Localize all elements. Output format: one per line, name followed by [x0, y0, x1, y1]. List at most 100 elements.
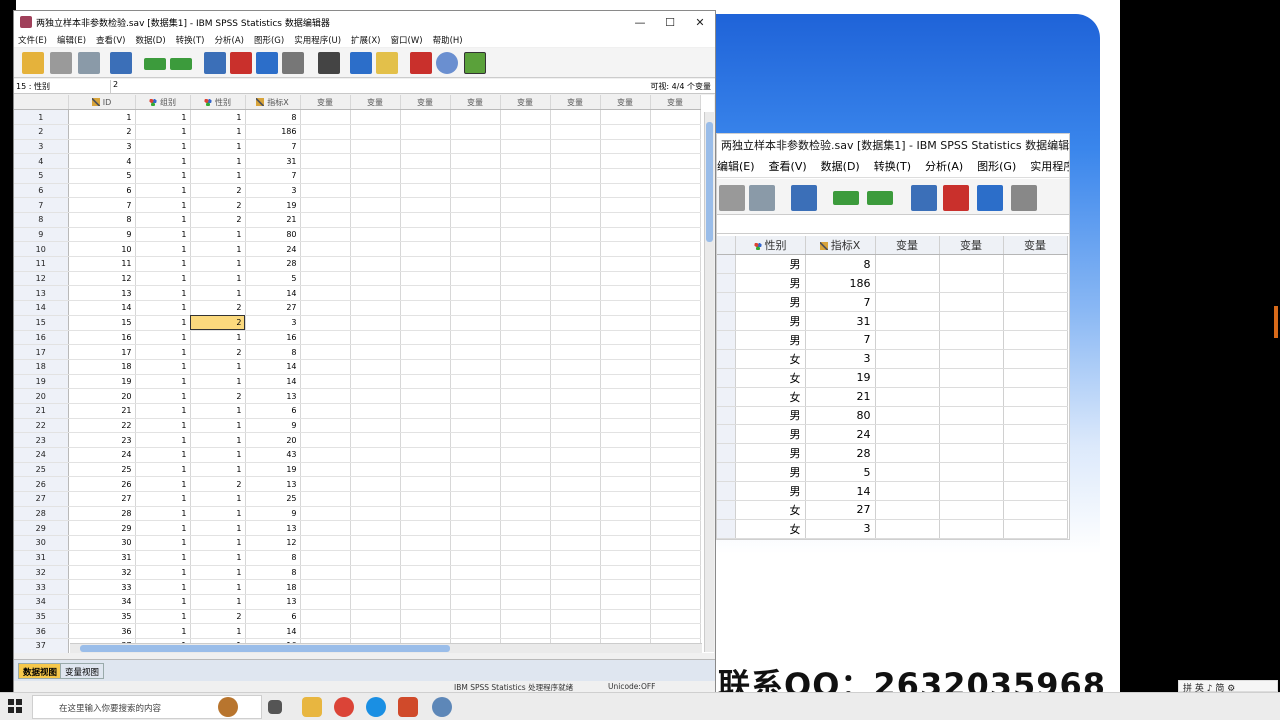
empty-cell[interactable]: [300, 153, 351, 169]
empty-cell[interactable]: [450, 418, 501, 434]
empty-cell[interactable]: [600, 344, 651, 360]
data-cell[interactable]: 13: [68, 285, 136, 302]
empty-cell[interactable]: [300, 609, 351, 625]
empty-cell[interactable]: [550, 388, 601, 404]
empty-cell[interactable]: [500, 330, 551, 346]
empty-cell[interactable]: [350, 197, 401, 213]
zoom-row-number[interactable]: [717, 368, 736, 388]
data-cell[interactable]: 3: [68, 139, 136, 155]
empty-cell[interactable]: [300, 550, 351, 566]
empty-cell[interactable]: [450, 271, 501, 287]
data-cell[interactable]: 1: [190, 447, 246, 463]
zoom-menu-item[interactable]: 数据(D): [821, 160, 860, 173]
column-header[interactable]: 变量: [500, 95, 551, 111]
empty-cell[interactable]: [550, 403, 601, 419]
empty-cell[interactable]: [650, 491, 701, 507]
data-cell[interactable]: 1: [135, 212, 191, 228]
zoom-empty-cell[interactable]: [1003, 349, 1068, 369]
empty-cell[interactable]: [600, 491, 651, 507]
dialog-recall-icon[interactable]: [791, 185, 817, 211]
empty-cell[interactable]: [450, 183, 501, 199]
zoom-column-header[interactable]: 变量: [875, 236, 940, 256]
empty-cell[interactable]: [400, 153, 451, 169]
empty-cell[interactable]: [600, 109, 651, 125]
empty-cell[interactable]: [400, 418, 451, 434]
vertical-scrollbar[interactable]: [704, 112, 714, 652]
empty-cell[interactable]: [650, 462, 701, 478]
empty-cell[interactable]: [450, 447, 501, 463]
empty-cell[interactable]: [650, 388, 701, 404]
empty-cell[interactable]: [350, 506, 401, 522]
data-cell[interactable]: 1: [135, 300, 191, 316]
empty-cell[interactable]: [600, 579, 651, 595]
data-cell[interactable]: 1: [135, 609, 191, 625]
vertical-scroll-thumb[interactable]: [706, 122, 713, 242]
data-cell[interactable]: 1: [135, 124, 191, 140]
empty-cell[interactable]: [450, 139, 501, 155]
zoom-empty-cell[interactable]: [1003, 519, 1068, 539]
zoom-menu-item[interactable]: 转换(T): [874, 160, 911, 173]
data-cell[interactable]: 1: [190, 418, 246, 434]
empty-cell[interactable]: [400, 623, 451, 639]
empty-cell[interactable]: [550, 550, 601, 566]
data-cell[interactable]: 28: [68, 506, 136, 522]
empty-cell[interactable]: [450, 197, 501, 213]
empty-cell[interactable]: [500, 227, 551, 243]
data-cell[interactable]: 1: [135, 476, 191, 493]
save-icon[interactable]: [719, 185, 745, 211]
data-cell[interactable]: 1: [135, 183, 191, 199]
data-cell[interactable]: 43: [245, 447, 301, 463]
empty-cell[interactable]: [650, 285, 701, 302]
empty-cell[interactable]: [500, 565, 551, 581]
empty-cell[interactable]: [600, 256, 651, 272]
horizontal-scroll-thumb[interactable]: [80, 645, 450, 652]
zoom-cell[interactable]: 3: [805, 349, 876, 369]
empty-cell[interactable]: [450, 124, 501, 140]
empty-cell[interactable]: [400, 374, 451, 390]
data-cell[interactable]: 1: [190, 623, 246, 639]
empty-cell[interactable]: [500, 153, 551, 169]
zoom-empty-cell[interactable]: [875, 311, 940, 331]
row-number[interactable]: 13: [14, 285, 69, 302]
empty-cell[interactable]: [450, 344, 501, 360]
zoom-empty-cell[interactable]: [939, 292, 1004, 313]
empty-cell[interactable]: [400, 403, 451, 419]
data-cell[interactable]: 1: [135, 256, 191, 272]
data-cell[interactable]: 2: [190, 212, 246, 228]
empty-cell[interactable]: [450, 359, 501, 375]
empty-cell[interactable]: [450, 535, 501, 551]
data-cell[interactable]: 14: [245, 374, 301, 390]
zoom-empty-cell[interactable]: [1003, 292, 1068, 313]
column-header[interactable]: 变量: [650, 95, 701, 111]
zoom-cell[interactable]: 19: [805, 368, 876, 388]
data-cell[interactable]: 1: [190, 256, 246, 272]
empty-cell[interactable]: [650, 579, 701, 595]
data-cell[interactable]: 21: [68, 403, 136, 419]
empty-cell[interactable]: [350, 139, 401, 155]
menu-item[interactable]: 图形(G): [250, 34, 290, 46]
empty-cell[interactable]: [450, 506, 501, 522]
empty-cell[interactable]: [400, 212, 451, 228]
menu-item[interactable]: 转换(T): [172, 34, 211, 46]
data-cell[interactable]: 9: [68, 227, 136, 243]
data-cell[interactable]: 1: [190, 271, 246, 287]
empty-cell[interactable]: [300, 447, 351, 463]
menu-item[interactable]: 帮助(H): [429, 34, 469, 46]
row-number[interactable]: 19: [14, 374, 69, 390]
empty-cell[interactable]: [500, 300, 551, 316]
empty-cell[interactable]: [650, 535, 701, 551]
zoom-empty-cell[interactable]: [1003, 368, 1068, 388]
goto-case-icon[interactable]: [204, 52, 226, 74]
data-cell[interactable]: 22: [68, 418, 136, 434]
empty-cell[interactable]: [400, 594, 451, 610]
empty-cell[interactable]: [350, 623, 401, 639]
empty-cell[interactable]: [400, 344, 451, 360]
data-cell[interactable]: 1: [135, 520, 191, 537]
zoom-column-header[interactable]: 变量: [939, 236, 1004, 256]
zoom-empty-cell[interactable]: [1003, 481, 1068, 501]
close-button[interactable]: ✕: [685, 16, 715, 29]
column-header[interactable]: 变量: [600, 95, 651, 111]
empty-cell[interactable]: [650, 197, 701, 213]
empty-cell[interactable]: [300, 344, 351, 360]
empty-cell[interactable]: [400, 183, 451, 199]
